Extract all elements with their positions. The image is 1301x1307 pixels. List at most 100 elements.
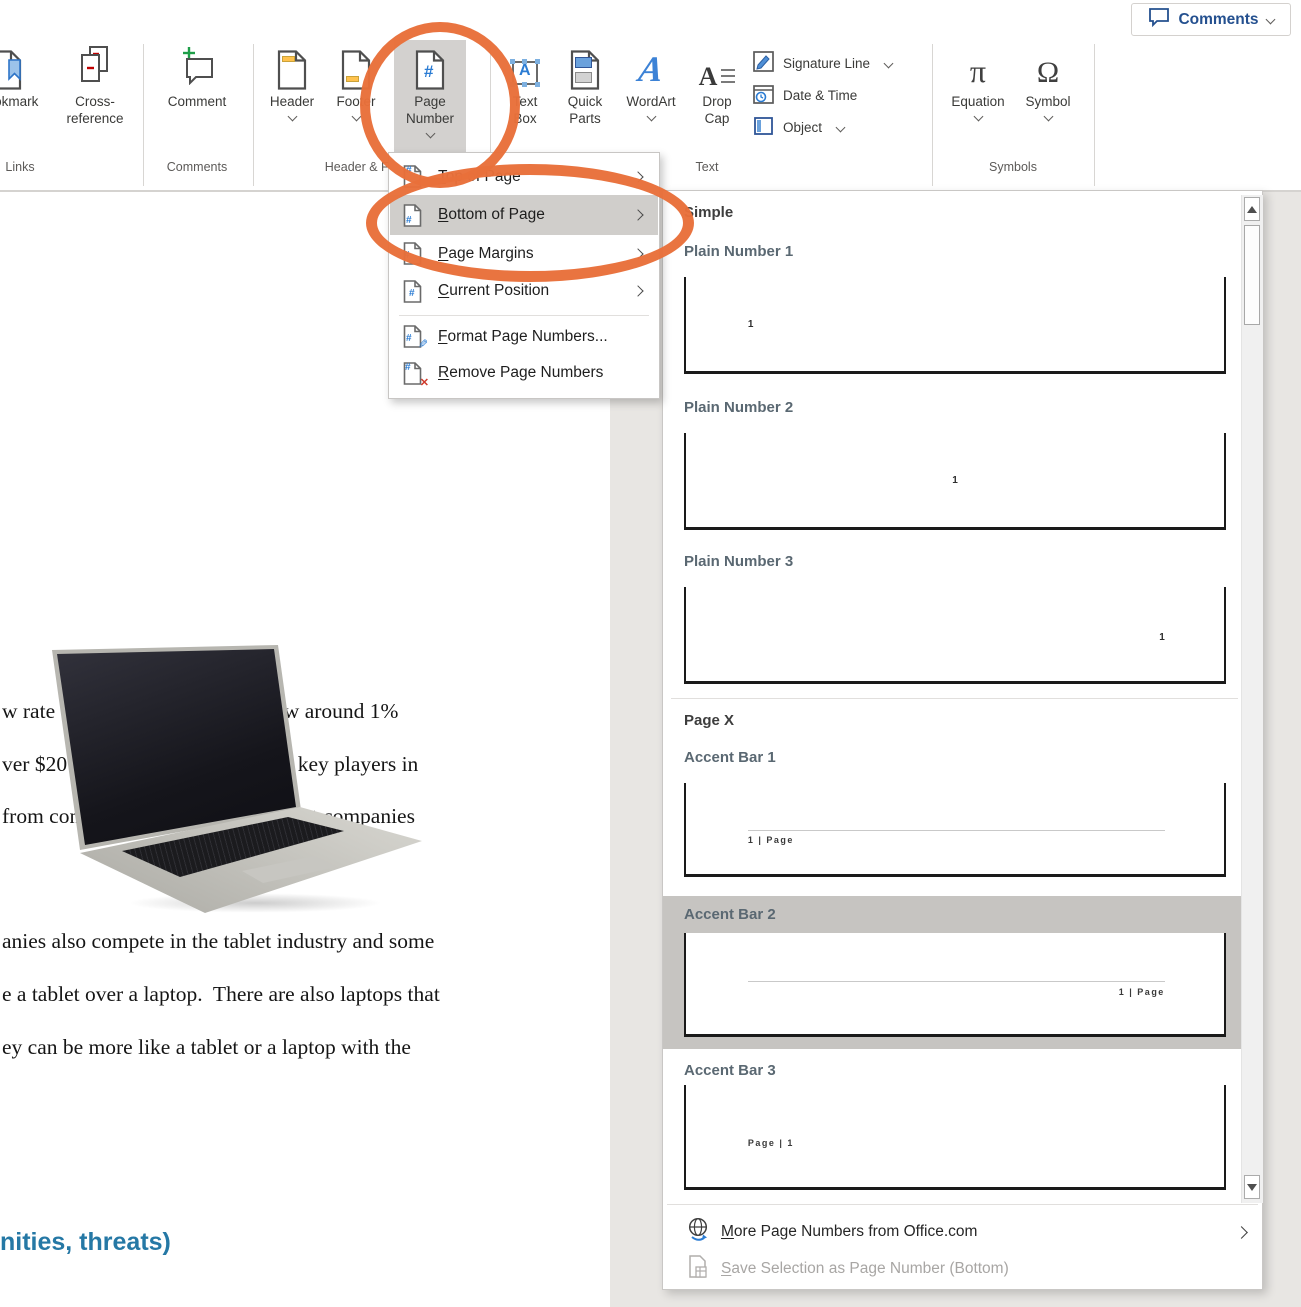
equation-pi-icon <box>970 53 986 90</box>
gallery-item-accent-bar-1[interactable]: Accent Bar 1 1 | Page <box>684 749 1226 879</box>
gallery-item-accent-bar-3[interactable]: Accent Bar 3 Page | 1 <box>684 1062 1226 1192</box>
symbol-button[interactable]: Symbol <box>1016 40 1080 152</box>
submenu-arrow-icon <box>632 171 643 182</box>
page-number-icon <box>414 50 446 90</box>
page-number-button[interactable]: Page Number <box>394 40 466 152</box>
bookmark-ribbon-icon <box>8 59 21 81</box>
gallery-item-plain-number-3[interactable]: Plain Number 3 1 <box>684 553 1226 685</box>
text-box-icon <box>508 58 542 90</box>
equation-button[interactable]: Equation <box>946 40 1010 152</box>
bookmark-button[interactable]: Bookmark <box>0 40 58 152</box>
object-label: Object <box>783 120 822 135</box>
group-separator <box>253 44 254 186</box>
footer-icon <box>340 50 372 90</box>
page-number-current-icon: # <box>403 280 422 303</box>
quick-parts-icon <box>569 50 601 90</box>
equation-label: Equation <box>951 93 1004 110</box>
wordart-label: WordArt <box>626 93 675 110</box>
laptop-image[interactable] <box>30 645 465 920</box>
date-time-icon <box>752 82 776 109</box>
menu-item-format-page-numbers[interactable]: # Format Page Numbers... <box>390 319 658 354</box>
comments-pane-label: Comments <box>1178 11 1258 29</box>
chevron-down-icon <box>425 129 435 139</box>
chevron-down-icon <box>973 112 983 122</box>
group-label-symbols: Symbols <box>963 160 1063 174</box>
text-box-button[interactable]: Text Box <box>495 40 555 152</box>
submenu-arrow-icon <box>632 209 643 220</box>
document-heading-fragment: nities, threats) <box>0 1228 171 1257</box>
chevron-down-icon <box>351 112 361 122</box>
object-button[interactable]: Object <box>752 114 844 141</box>
date-time-label: Date & Time <box>783 88 857 103</box>
preview-plain-number-2: 1 <box>684 433 1226 530</box>
more-page-numbers-button[interactable]: More Page Numbers from Office.com <box>663 1213 1262 1251</box>
submenu-arrow-icon <box>1235 1226 1248 1239</box>
symbol-label: Symbol <box>1025 93 1070 110</box>
cross-reference-button[interactable]: Cross-reference <box>53 40 137 152</box>
wordart-button[interactable]: WordArt <box>621 40 681 152</box>
page-number-margins-icon: # <box>403 242 422 265</box>
gallery-item-accent-bar-2[interactable]: Accent Bar 2 1 | Page <box>663 896 1242 1049</box>
group-label-text: Text <box>657 160 757 174</box>
chevron-down-icon <box>1043 112 1053 122</box>
chevron-down-icon <box>884 59 894 69</box>
comment-button[interactable]: Comment <box>157 40 237 152</box>
chevron-down-icon <box>287 112 297 122</box>
menu-separator <box>399 315 649 316</box>
gallery-scrollbar[interactable] <box>1241 195 1263 1203</box>
header-button[interactable]: Header <box>261 40 323 152</box>
menu-item-current-position[interactable]: # Current Position <box>390 272 658 310</box>
scroll-down-button[interactable] <box>1244 1175 1260 1199</box>
header-label: Header <box>270 93 314 110</box>
chevron-down-icon <box>646 112 656 122</box>
remove-page-numbers-icon: # <box>403 362 422 385</box>
document-text-line: ey can be more like a tablet or a laptop… <box>2 1035 411 1060</box>
save-selection-button[interactable]: Save Selection as Page Number (Bottom) <box>663 1251 1262 1287</box>
header-bar-glyph <box>282 56 295 62</box>
signature-line-icon <box>752 50 776 77</box>
drop-cap-icon <box>699 64 736 90</box>
menu-item-top-of-page[interactable]: # Top of Page <box>390 158 658 195</box>
drop-cap-label: Drop Cap <box>695 93 739 127</box>
menu-item-remove-page-numbers[interactable]: # Remove Page Numbers <box>390 354 658 392</box>
comment-bubble-icon <box>1148 7 1170 32</box>
gallery-separator <box>671 698 1238 699</box>
preview-accent-bar-2: 1 | Page <box>684 933 1226 1037</box>
date-time-button[interactable]: Date & Time <box>752 82 857 109</box>
gallery-item-plain-number-1[interactable]: Plain Number 1 1 <box>684 243 1226 375</box>
signature-line-label: Signature Line <box>783 56 870 71</box>
signature-line-button[interactable]: Signature Line <box>752 50 892 77</box>
submenu-arrow-icon <box>632 285 643 296</box>
wordart-icon <box>636 48 666 90</box>
scroll-down-icon <box>1247 1184 1257 1191</box>
footer-button[interactable]: Footer <box>325 40 387 152</box>
page-number-bottom-icon: # <box>403 204 422 227</box>
gallery-section-page-x: Page X <box>684 712 734 729</box>
quick-parts-button[interactable]: Quick Parts <box>555 40 615 152</box>
page-number-top-icon: # <box>403 165 422 188</box>
object-icon <box>752 114 776 141</box>
group-label-links: Links <box>0 160 60 174</box>
word-window: Bookmark Cross-reference <box>0 0 1301 1307</box>
scrollbar-thumb[interactable] <box>1244 225 1260 325</box>
bookmark-label: Bookmark <box>0 93 38 110</box>
page-number-menu: # Top of Page # Bottom of Page # Page Ma… <box>388 152 660 399</box>
gallery-item-plain-number-2[interactable]: Plain Number 2 1 <box>684 399 1226 531</box>
quick-parts-label: Quick Parts <box>561 93 609 127</box>
comment-label: Comment <box>168 93 227 110</box>
header-icon <box>276 50 308 90</box>
comment-icon <box>179 45 215 90</box>
group-separator <box>1094 44 1095 186</box>
comments-pane-button[interactable]: Comments <box>1131 3 1291 36</box>
menu-item-bottom-of-page[interactable]: # Bottom of Page <box>390 195 658 235</box>
scroll-up-button[interactable] <box>1244 197 1260 221</box>
text-box-label: Text Box <box>503 93 547 127</box>
menu-item-page-margins[interactable]: # Page Margins <box>390 235 658 272</box>
chevron-down-icon <box>836 123 846 133</box>
bookmark-icon <box>0 50 25 90</box>
group-separator <box>143 44 144 186</box>
drop-cap-button[interactable]: Drop Cap <box>687 40 747 152</box>
document-text-line: e a tablet over a laptop. There are also… <box>2 982 440 1007</box>
preview-plain-number-1: 1 <box>684 277 1226 374</box>
footer-bar-glyph <box>346 76 359 82</box>
